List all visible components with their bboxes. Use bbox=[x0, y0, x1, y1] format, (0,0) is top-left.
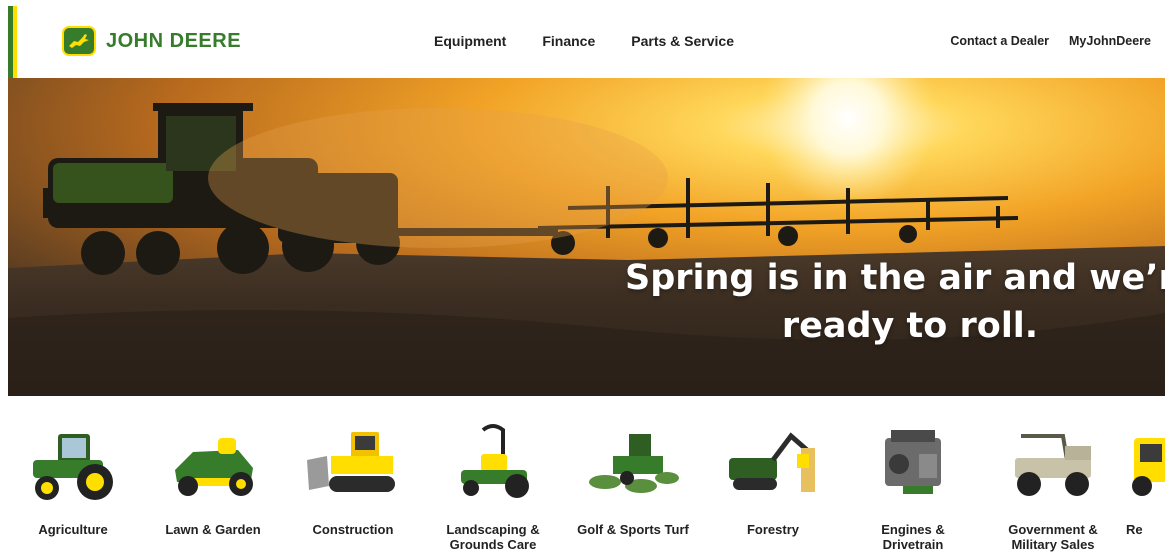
skid-steer-icon bbox=[1132, 438, 1165, 496]
category-label: Lawn & Garden bbox=[165, 522, 261, 537]
hero-headline: Spring is in the air and we’re ready to … bbox=[605, 254, 1165, 350]
category-label: Re bbox=[1126, 522, 1143, 537]
category-golf-turf[interactable]: Golf & Sports Turf bbox=[568, 412, 698, 554]
category-forestry[interactable]: Forestry bbox=[708, 412, 838, 554]
zero-turn-mower-icon bbox=[461, 424, 529, 498]
brand-accent-bar-green bbox=[8, 6, 13, 78]
main-nav: Equipment Finance Parts & Service bbox=[434, 33, 734, 49]
category-lawn-garden[interactable]: Lawn & Garden bbox=[148, 412, 278, 554]
nav-equipment[interactable]: Equipment bbox=[434, 33, 506, 49]
category-label: Engines & Drivetrain bbox=[881, 522, 945, 552]
category-label: Construction bbox=[312, 522, 394, 537]
category-label: Forestry bbox=[746, 522, 800, 537]
category-construction[interactable]: Construction bbox=[288, 412, 418, 554]
logo-wordmark: JOHN DEERE bbox=[106, 29, 242, 52]
category-government-military[interactable]: Government & Military Sales bbox=[988, 412, 1118, 554]
riding-mower-icon bbox=[175, 438, 253, 496]
hero-headline-line1: Spring is in the air and we’re bbox=[625, 258, 1165, 298]
utility-nav: Contact a Dealer MyJohnDeere bbox=[950, 34, 1151, 48]
category-label: Agriculture bbox=[38, 522, 108, 537]
bulldozer-icon bbox=[307, 432, 395, 492]
hero-banner[interactable]: Spring is in the air and we’re ready to … bbox=[8, 78, 1165, 396]
harvester-icon bbox=[729, 432, 815, 492]
reel-mower-icon bbox=[589, 434, 679, 493]
category-label: Government & Military Sales bbox=[1008, 522, 1098, 552]
category-label: Landscaping & Grounds Care bbox=[446, 522, 540, 552]
engine-icon bbox=[885, 430, 941, 494]
nav-finance[interactable]: Finance bbox=[542, 33, 595, 49]
myjohndeere-link[interactable]: MyJohnDeere bbox=[1069, 34, 1151, 48]
hero-headline-line2: ready to roll. bbox=[781, 306, 1039, 346]
category-label: Golf & Sports Turf bbox=[577, 522, 689, 537]
category-engines[interactable]: Engines & Drivetrain bbox=[848, 412, 978, 554]
tractor-icon bbox=[33, 434, 113, 500]
utility-vehicle-icon bbox=[1015, 434, 1091, 496]
category-landscaping[interactable]: Landscaping & Grounds Care bbox=[428, 412, 558, 554]
john-deere-logo[interactable]: JOHN DEERE bbox=[62, 26, 241, 56]
leaping-deer-icon bbox=[62, 26, 96, 56]
nav-parts-service[interactable]: Parts & Service bbox=[631, 33, 734, 49]
category-agriculture[interactable]: Agriculture bbox=[8, 412, 138, 554]
contact-dealer-link[interactable]: Contact a Dealer bbox=[950, 34, 1049, 48]
equipment-categories: Agriculture Lawn & Garden Construction L… bbox=[8, 412, 1165, 554]
site-header: JOHN DEERE Equipment Finance Parts & Ser… bbox=[0, 0, 1165, 78]
category-cutoff[interactable]: Re bbox=[1126, 412, 1165, 554]
